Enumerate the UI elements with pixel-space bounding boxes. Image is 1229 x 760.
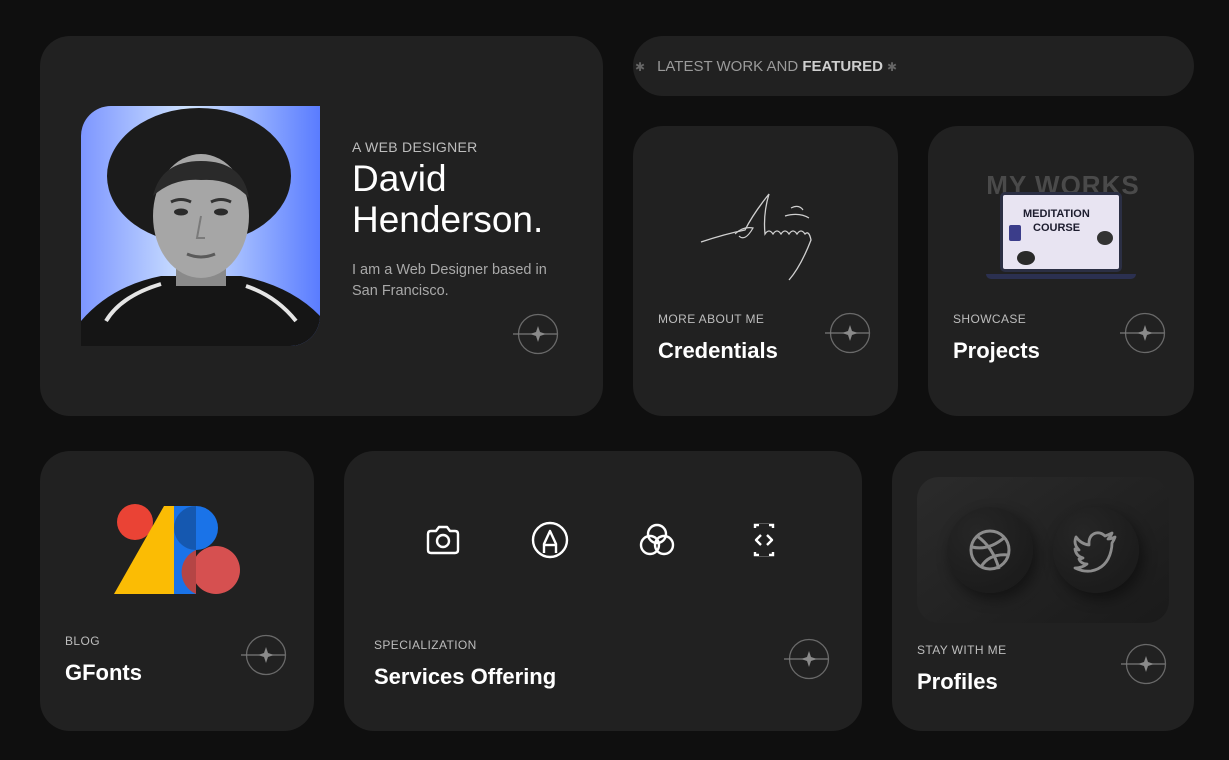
blog-title: GFonts	[65, 660, 142, 685]
social-links-panel	[917, 477, 1169, 623]
credentials-label: MORE ABOUT ME Credentials	[658, 312, 778, 364]
pen-nib-icon	[531, 521, 569, 559]
profile-role: A WEB DESIGNER	[352, 139, 478, 155]
star-arrow-icon[interactable]	[1121, 641, 1167, 687]
laptop-screen-book	[1009, 225, 1021, 241]
star-arrow-icon[interactable]	[513, 311, 559, 357]
profile-photo	[81, 106, 320, 346]
blog-card[interactable]: BLOG GFonts	[40, 451, 314, 731]
profile-card[interactable]: A WEB DESIGNER David Henderson. I am a W…	[40, 36, 603, 416]
projects-label: SHOWCASE Projects	[953, 312, 1040, 364]
credentials-title: Credentials	[658, 338, 778, 363]
services-title: Services Offering	[374, 664, 557, 689]
signature-image	[700, 193, 812, 281]
gfonts-logo	[114, 504, 240, 594]
laptop-screen-bowl	[1097, 231, 1113, 245]
ticker-text: ✱ LATEST WORK AND FEATURED ✱	[635, 58, 901, 75]
ticker-label: LATEST WORK AND	[657, 58, 803, 75]
laptop-screen-text: MEDITATION COURSE	[1023, 207, 1090, 235]
code-bracket-icon	[753, 523, 775, 557]
dribbble-icon	[969, 529, 1011, 571]
color-circles-icon	[639, 523, 675, 556]
profiles-title: Profiles	[917, 669, 998, 694]
laptop-screen-line2: COURSE	[1033, 222, 1081, 234]
dribbble-button[interactable]	[947, 507, 1033, 593]
laptop-base	[986, 274, 1136, 279]
profile-name-last: Henderson.	[352, 199, 544, 240]
twitter-icon	[1073, 531, 1117, 573]
services-card[interactable]: SPECIALIZATION Services Offering	[344, 451, 862, 731]
star-arrow-icon[interactable]	[241, 632, 287, 678]
credentials-card[interactable]: MORE ABOUT ME Credentials	[633, 126, 898, 416]
laptop-screen-line1: MEDITATION	[1023, 208, 1090, 220]
star-arrow-icon[interactable]	[825, 310, 871, 356]
profile-name: David Henderson.	[352, 158, 543, 240]
projects-eyebrow: SHOWCASE	[953, 312, 1027, 326]
star-arrow-icon[interactable]	[1120, 310, 1166, 356]
services-eyebrow: SPECIALIZATION	[374, 638, 477, 652]
services-icons	[423, 520, 803, 566]
profile-bio: I am a Web Designer based in San Francis…	[352, 262, 547, 299]
profiles-label: STAY WITH ME Profiles	[917, 643, 1006, 695]
credentials-eyebrow: MORE ABOUT ME	[658, 312, 765, 326]
laptop-screen-figure	[1017, 251, 1035, 265]
twitter-button[interactable]	[1053, 507, 1139, 593]
profiles-card[interactable]: STAY WITH ME Profiles	[892, 451, 1194, 731]
ticker-dot-icon: ✱	[635, 60, 646, 74]
camera-icon	[426, 525, 460, 555]
star-arrow-icon[interactable]	[784, 636, 830, 682]
profiles-eyebrow: STAY WITH ME	[917, 643, 1007, 657]
blog-eyebrow: BLOG	[65, 634, 100, 648]
ticker-dot-icon: ✱	[886, 60, 897, 74]
ticker-label-bold: FEATURED	[802, 58, 883, 75]
services-label: SPECIALIZATION Services Offering	[374, 638, 556, 690]
laptop-preview-image: MEDITATION COURSE	[1000, 192, 1122, 272]
projects-card[interactable]: MY WORKS MEDITATION COURSE SHOWCASE Proj…	[928, 126, 1194, 416]
projects-title: Projects	[953, 338, 1040, 363]
profile-name-first: David	[352, 158, 447, 199]
blog-label: BLOG GFonts	[65, 634, 142, 686]
ticker-banner[interactable]: ✱ LATEST WORK AND FEATURED ✱	[633, 36, 1194, 96]
